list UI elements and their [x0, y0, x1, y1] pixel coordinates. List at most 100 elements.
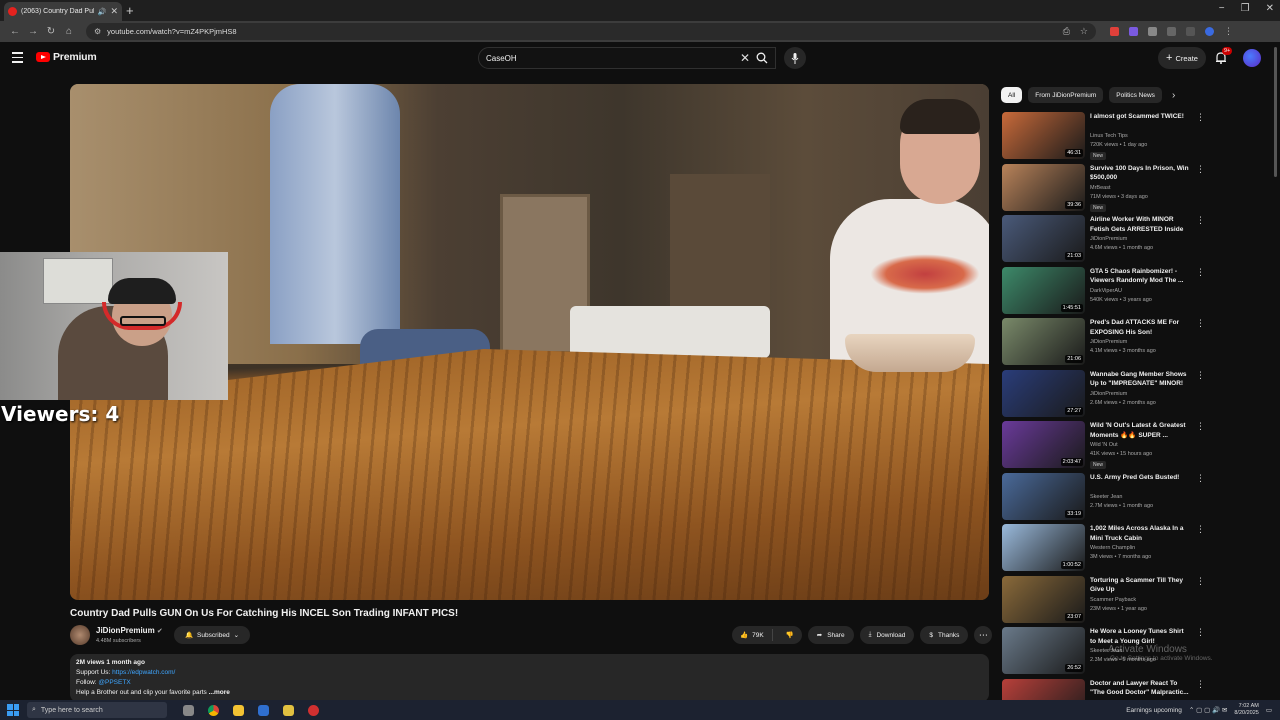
- taskbar-search[interactable]: ⌕ Type here to search: [27, 702, 167, 718]
- subscribed-button[interactable]: 🔔 Subscribed ⌄: [174, 626, 250, 644]
- follow-link[interactable]: @PPSETX: [98, 679, 130, 686]
- obs-icon[interactable]: [308, 704, 319, 716]
- puzzle-extensions-icon[interactable]: [1148, 27, 1157, 36]
- channel-avatar[interactable]: [70, 625, 90, 645]
- recommendation-channel[interactable]: Scammer Payback: [1090, 597, 1136, 603]
- recommendation-item[interactable]: 1:45:51 GTA 5 Chaos Rainbomizer! - Viewer…: [1002, 266, 1272, 315]
- recommendation-channel[interactable]: Linus Tech Tips: [1090, 133, 1128, 139]
- recommendation-thumbnail[interactable]: 21:06: [1002, 318, 1085, 365]
- chip-politics-news[interactable]: Politics News: [1109, 87, 1162, 103]
- recommendation-thumbnail[interactable]: 27:27: [1002, 369, 1085, 417]
- support-link[interactable]: https://edpwatch.com/: [112, 669, 175, 676]
- recommendation-channel[interactable]: JiDionPremium: [1090, 391, 1127, 397]
- more-vertical-icon[interactable]: ⋮: [1196, 524, 1205, 535]
- chip-from-channel[interactable]: From JiDionPremium: [1028, 87, 1104, 103]
- app-icon[interactable]: [258, 704, 269, 716]
- more-vertical-icon[interactable]: ⋮: [1196, 112, 1205, 123]
- recommendation-item[interactable]: 23:07 Torturing a Scammer Till They Give …: [1002, 575, 1272, 624]
- recommendation-item[interactable]: 21:03 Airline Worker With MINOR Fetish Ge…: [1002, 215, 1272, 263]
- more-vertical-icon[interactable]: ⋮: [1196, 267, 1205, 278]
- more-vertical-icon[interactable]: ⋮: [1196, 164, 1205, 175]
- scrollbar-thumb[interactable]: [1274, 47, 1277, 177]
- recommendation-title[interactable]: U.S. Army Pred Gets Busted!: [1090, 473, 1190, 483]
- recommendation-title[interactable]: Airline Worker With MINOR Fetish Gets AR…: [1090, 215, 1190, 234]
- new-tab-plus-icon[interactable]: +: [126, 3, 134, 18]
- profile-icon[interactable]: [1205, 27, 1214, 36]
- dislike-button[interactable]: 👎: [778, 631, 802, 639]
- recommendation-title[interactable]: Wild 'N Out's Latest & Greatest Moments …: [1090, 421, 1190, 440]
- tray-icons[interactable]: ⌃ ▢ ▢ 🔊 ✉: [1189, 706, 1228, 714]
- url-text[interactable]: youtube.com/watch?v=mZ4PKPjmHS8: [107, 27, 236, 36]
- recommendation-title[interactable]: Pred's Dad ATTACKS ME For EXPOSING His S…: [1090, 318, 1190, 337]
- thanks-button[interactable]: $ Thanks: [920, 626, 969, 644]
- recommendation-item[interactable]: 27:27 Wannabe Gang Member Shows Up to "IM…: [1002, 369, 1272, 418]
- search-input[interactable]: [486, 53, 740, 63]
- install-icon[interactable]: ⎙: [1063, 26, 1070, 37]
- tab-close-icon[interactable]: ✕: [110, 6, 118, 17]
- recommendation-channel[interactable]: DarkViperAU: [1090, 288, 1122, 294]
- more-vertical-icon[interactable]: ⋮: [1196, 627, 1205, 638]
- earnings-widget[interactable]: Earnings upcoming: [1126, 707, 1182, 714]
- omnibox[interactable]: ⚙ youtube.com/watch?v=mZ4PKPjmHS8 ⎙ ☆: [86, 23, 1096, 40]
- recommendation-title[interactable]: Torturing a Scammer Till They Give Up: [1090, 576, 1190, 595]
- bookmark-star-icon[interactable]: ☆: [1080, 26, 1088, 37]
- voice-search-button[interactable]: [784, 47, 806, 69]
- recommendation-title[interactable]: Wannabe Gang Member Shows Up to "IMPREGN…: [1090, 370, 1190, 389]
- sidepanel-icon[interactable]: [1167, 27, 1176, 36]
- recommendation-channel[interactable]: Wild 'N Out: [1090, 442, 1118, 448]
- reload-icon[interactable]: ↻: [42, 26, 60, 37]
- search-button[interactable]: [748, 47, 776, 69]
- back-arrow-icon[interactable]: ←: [6, 26, 24, 37]
- user-avatar[interactable]: [1243, 49, 1261, 67]
- more-vertical-icon[interactable]: ⋮: [1196, 473, 1205, 484]
- chip-all[interactable]: All: [1001, 87, 1023, 103]
- browser-tab[interactable]: (2063) Country Dad Pulls G... 🔊 ✕: [4, 2, 122, 21]
- recommendation-thumbnail[interactable]: 2:03:47: [1002, 421, 1085, 468]
- chrome-icon[interactable]: [208, 704, 219, 716]
- more-vertical-icon[interactable]: ⋮: [1196, 318, 1205, 329]
- recommendation-item[interactable]: 39:36 Survive 100 Days In Prison, Win $50…: [1002, 163, 1272, 212]
- more-actions-button[interactable]: ⋯: [974, 626, 993, 644]
- recommendation-item[interactable]: 21:06 Pred's Dad ATTACKS ME For EXPOSING …: [1002, 318, 1272, 366]
- description-box[interactable]: 2M views 1 month ago Support Us: https:/…: [70, 654, 989, 702]
- recommendation-item[interactable]: 33:19 U.S. Army Pred Gets Busted! Skeeter …: [1002, 472, 1272, 521]
- app-icon[interactable]: [283, 704, 294, 716]
- recommendation-thumbnail[interactable]: 1:45:51: [1002, 266, 1085, 314]
- recommendation-thumbnail[interactable]: 23:07: [1002, 575, 1085, 623]
- search-box[interactable]: ✕: [478, 47, 776, 69]
- recommendation-channel[interactable]: MrBeast: [1090, 185, 1110, 191]
- extension-icon[interactable]: [1110, 27, 1119, 36]
- recommendation-title[interactable]: Doctor and Lawyer React To "The Good Doc…: [1090, 679, 1190, 698]
- browser-menu-icon[interactable]: ⋮: [1224, 26, 1233, 37]
- file-explorer-icon[interactable]: [233, 704, 244, 716]
- recommendation-title[interactable]: GTA 5 Chaos Rainbomizer! - Viewers Rando…: [1090, 267, 1190, 286]
- home-icon[interactable]: ⌂: [60, 26, 78, 37]
- more-vertical-icon[interactable]: ⋮: [1196, 370, 1205, 381]
- show-more-button[interactable]: ...more: [209, 689, 230, 696]
- recommendation-thumbnail[interactable]: 46:31: [1002, 112, 1085, 159]
- recommendation-item[interactable]: 46:31 I almost got Scammed TWICE! Linus Te…: [1002, 112, 1272, 160]
- recommendation-thumbnail[interactable]: 1:00:52: [1002, 524, 1085, 571]
- recommendation-item[interactable]: 2:03:47 Wild 'N Out's Latest & Greatest M…: [1002, 421, 1272, 469]
- task-view-icon[interactable]: [183, 704, 194, 716]
- windows-start-icon[interactable]: [7, 704, 19, 716]
- notification-center-icon[interactable]: ▭: [1266, 706, 1272, 714]
- site-info-icon[interactable]: ⚙: [94, 27, 101, 36]
- share-button[interactable]: ➦ Share: [807, 626, 854, 644]
- recommendation-title[interactable]: I almost got Scammed TWICE!: [1090, 112, 1190, 122]
- extension-icon[interactable]: [1129, 27, 1138, 36]
- window-close-icon[interactable]: ✕: [1266, 3, 1274, 14]
- chevron-right-icon[interactable]: ›: [1172, 90, 1175, 101]
- hamburger-menu-icon[interactable]: [12, 52, 23, 66]
- restore-icon[interactable]: ❐: [1241, 3, 1250, 14]
- recommendation-thumbnail[interactable]: 26:52: [1002, 627, 1085, 674]
- more-vertical-icon[interactable]: ⋮: [1196, 679, 1205, 690]
- recommendation-thumbnail[interactable]: 33:19: [1002, 472, 1085, 520]
- recommendation-channel[interactable]: JiDionPremium: [1090, 339, 1127, 345]
- create-button[interactable]: + Create: [1158, 47, 1206, 69]
- channel-name[interactable]: JiDionPremium ✔: [96, 626, 163, 635]
- more-vertical-icon[interactable]: ⋮: [1196, 421, 1205, 432]
- forward-arrow-icon[interactable]: →: [24, 26, 42, 37]
- recommendation-title[interactable]: Survive 100 Days In Prison, Win $500,000: [1090, 164, 1190, 183]
- recommendation-channel[interactable]: Western Champlin: [1090, 545, 1135, 551]
